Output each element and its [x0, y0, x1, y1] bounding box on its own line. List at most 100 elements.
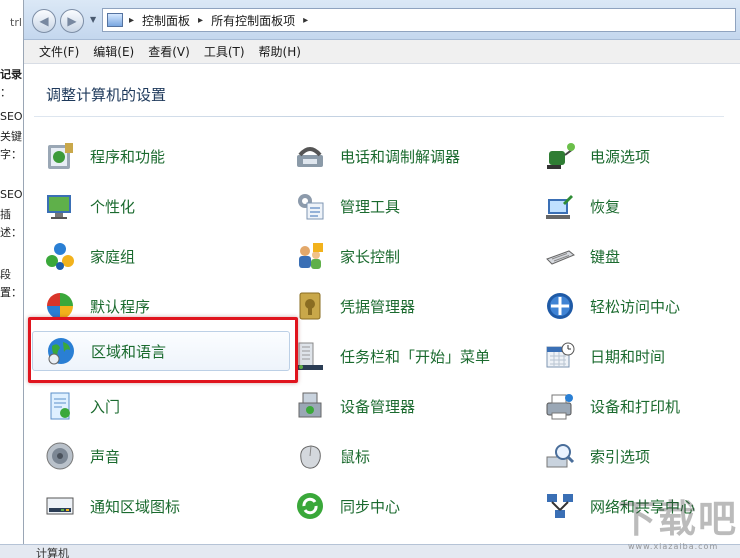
breadcrumb-arrow-icon[interactable]: ▸ — [129, 15, 134, 26]
navigation-bar: ◀ ▶ ▼ ▸ 控制面板 ▸ 所有控制面板项 ▸ — [24, 0, 740, 40]
device-manager-icon — [294, 390, 326, 422]
item-label: 任务栏和「开始」菜单 — [340, 347, 491, 366]
control-panel-icon — [107, 13, 123, 27]
forward-arrow-icon: ▶ — [67, 14, 77, 28]
menu-view[interactable]: 查看(V) — [141, 43, 197, 60]
forward-button[interactable]: ▶ — [60, 9, 84, 33]
item-date-time[interactable]: 日期和时间 — [524, 336, 740, 376]
watermark-logo: 下载吧 — [618, 497, 739, 541]
item-label: 默认程序 — [90, 297, 151, 316]
homegroup-icon — [44, 240, 76, 272]
menu-tools[interactable]: 工具(T) — [197, 43, 252, 60]
item-parental-controls[interactable]: 家长控制 — [274, 236, 514, 276]
bg-text: trl+ — [10, 16, 23, 29]
control-panel-window: ◀ ▶ ▼ ▸ 控制面板 ▸ 所有控制面板项 ▸ 文件(F) 编辑(E) 查看(… — [24, 0, 740, 558]
page-title: 调整计算机的设置 — [46, 86, 167, 104]
bg-text: 字： — [0, 148, 22, 161]
item-label: 管理工具 — [340, 197, 401, 216]
item-label: 设备管理器 — [340, 397, 416, 416]
bg-text: 关键 — [0, 130, 22, 143]
item-ease-of-access[interactable]: 轻松访问中心 — [524, 286, 740, 326]
item-indexing[interactable]: 索引选项 — [524, 436, 740, 476]
keyboard-icon — [544, 240, 576, 272]
item-label: 电话和调制解调器 — [340, 147, 461, 166]
sync-center-icon — [294, 490, 326, 522]
breadcrumb-all-items[interactable]: 所有控制面板项 — [211, 12, 295, 29]
content-pane: 调整计算机的设置 程序和功能 电话和调制解调器 电源选项 个性化 管理工具 恢复… — [24, 64, 740, 558]
admin-tools-icon — [294, 190, 326, 222]
item-label: 入门 — [90, 397, 121, 416]
item-sync-center[interactable]: 同步中心 — [274, 486, 514, 526]
item-label: 恢复 — [590, 197, 621, 216]
item-label: 个性化 — [90, 197, 136, 216]
programs-features-icon — [44, 140, 76, 172]
bg-text: 置： — [0, 286, 22, 299]
devices-printers-icon — [544, 390, 576, 422]
item-label: 通知区域图标 — [90, 497, 181, 516]
parental-controls-icon — [294, 240, 326, 272]
menu-edit[interactable]: 编辑(E) — [86, 43, 141, 60]
item-phone-modem[interactable]: 电话和调制解调器 — [274, 136, 514, 176]
item-label: 声音 — [90, 447, 121, 466]
address-box[interactable]: ▸ 控制面板 ▸ 所有控制面板项 ▸ — [102, 8, 736, 32]
notification-area-icon — [44, 490, 76, 522]
menu-file[interactable]: 文件(F) — [32, 43, 86, 60]
recovery-icon — [544, 190, 576, 222]
item-devices-printers[interactable]: 设备和打印机 — [524, 386, 740, 426]
highlight-box — [28, 317, 298, 383]
background-window: trl+ 记录 ： SEO 关键 字： SEO 插 述： 段 置： — [0, 0, 24, 558]
item-label: 轻松访问中心 — [590, 297, 681, 316]
item-admin-tools[interactable]: 管理工具 — [274, 186, 514, 226]
taskbar-start-icon — [294, 340, 326, 372]
status-text: 计算机 — [36, 547, 69, 558]
item-programs-features[interactable]: 程序和功能 — [24, 136, 264, 176]
ease-of-access-icon — [544, 290, 576, 322]
bg-text: ： — [0, 86, 11, 99]
breadcrumb-control-panel[interactable]: 控制面板 — [142, 12, 190, 29]
item-label: 鼠标 — [340, 447, 371, 466]
bg-text: 插 — [0, 208, 11, 221]
bg-text: 述： — [0, 226, 22, 239]
item-label: 索引选项 — [590, 447, 651, 466]
item-label: 家长控制 — [340, 247, 401, 266]
mouse-icon — [294, 440, 326, 472]
item-recovery[interactable]: 恢复 — [524, 186, 740, 226]
item-mouse[interactable]: 鼠标 — [274, 436, 514, 476]
bg-text: SEO — [0, 110, 23, 123]
item-keyboard[interactable]: 键盘 — [524, 236, 740, 276]
item-label: 设备和打印机 — [590, 397, 681, 416]
breadcrumb-arrow-icon[interactable]: ▸ — [198, 15, 203, 26]
item-label: 日期和时间 — [590, 347, 666, 366]
breadcrumb-arrow-icon[interactable]: ▸ — [303, 15, 308, 26]
bg-text: SEO — [0, 188, 23, 201]
item-homegroup[interactable]: 家庭组 — [24, 236, 264, 276]
watermark-url: www.xiazaiba.com — [628, 542, 719, 551]
back-button[interactable]: ◀ — [32, 9, 56, 33]
item-notification-area[interactable]: 通知区域图标 — [24, 486, 264, 526]
power-options-icon — [544, 140, 576, 172]
item-label: 程序和功能 — [90, 147, 166, 166]
recent-pages-chevron-icon[interactable]: ▼ — [90, 15, 96, 24]
network-sharing-icon — [544, 490, 576, 522]
indexing-icon — [544, 440, 576, 472]
item-taskbar-start[interactable]: 任务栏和「开始」菜单 — [274, 336, 514, 376]
item-sound[interactable]: 声音 — [24, 436, 264, 476]
item-personalization[interactable]: 个性化 — [24, 186, 264, 226]
getting-started-icon — [44, 390, 76, 422]
menu-help[interactable]: 帮助(H) — [252, 43, 308, 60]
item-label: 凭据管理器 — [340, 297, 416, 316]
item-credential-manager[interactable]: 凭据管理器 — [274, 286, 514, 326]
title-divider — [34, 116, 724, 117]
item-label: 电源选项 — [590, 147, 651, 166]
item-device-manager[interactable]: 设备管理器 — [274, 386, 514, 426]
item-getting-started[interactable]: 入门 — [24, 386, 264, 426]
sound-icon — [44, 440, 76, 472]
item-label: 键盘 — [590, 247, 621, 266]
personalization-icon — [44, 190, 76, 222]
item-power-options[interactable]: 电源选项 — [524, 136, 740, 176]
credential-manager-icon — [294, 290, 326, 322]
bg-text: 记录 — [0, 68, 22, 81]
menu-bar: 文件(F) 编辑(E) 查看(V) 工具(T) 帮助(H) — [24, 40, 740, 64]
item-label: 家庭组 — [90, 247, 136, 266]
back-arrow-icon: ◀ — [39, 14, 49, 28]
